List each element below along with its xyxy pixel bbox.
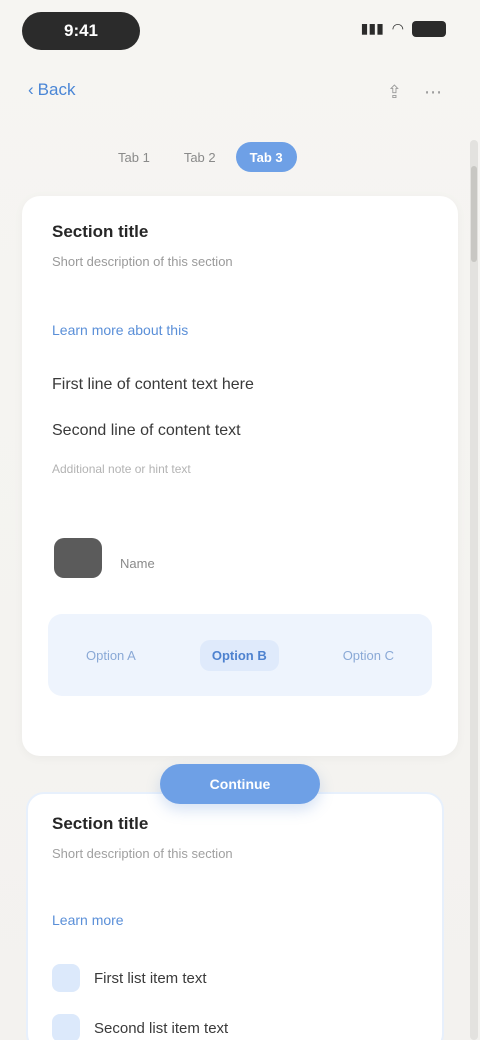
wifi-icon: ◠ xyxy=(391,20,404,36)
item-icon xyxy=(52,1014,80,1040)
secondary-card-link[interactable]: Learn more xyxy=(52,912,124,928)
card-subtitle: Short description of this section xyxy=(52,254,233,269)
status-icons: ▮▮▮ ◠ xyxy=(361,20,446,37)
choice-option-b[interactable]: Option B xyxy=(199,639,279,671)
signal-icon: ▮▮▮ xyxy=(360,20,384,36)
chevron-left-icon: ‹ xyxy=(28,80,34,99)
card-title: Section title xyxy=(52,222,149,241)
tab-2[interactable]: Tab 2 xyxy=(170,142,230,172)
avatar-label: Name xyxy=(120,556,155,571)
scrollbar-thumb[interactable] xyxy=(471,166,477,262)
list-item[interactable]: First list item text xyxy=(52,964,422,992)
secondary-card: Section title Short description of this … xyxy=(26,792,444,1040)
secondary-card-title: Section title xyxy=(52,814,149,833)
content-card: Section title Short description of this … xyxy=(22,196,458,756)
back-button[interactable]: ‹ Back xyxy=(28,80,75,100)
tab-3[interactable]: Tab 3 xyxy=(235,142,297,172)
share-icon[interactable]: ⇪ xyxy=(387,82,402,103)
secondary-card-subtitle: Short description of this section xyxy=(52,846,233,861)
list-item-label: Second list item text xyxy=(94,1019,229,1037)
list-item[interactable]: Second list item text xyxy=(52,1014,422,1040)
battery-icon xyxy=(412,20,446,37)
back-label: Back xyxy=(37,80,76,99)
nav-actions: ⇪ ⋯ xyxy=(387,82,442,103)
tab-1[interactable]: Tab 1 xyxy=(104,142,164,172)
item-icon xyxy=(52,964,80,992)
status-time: 9:41 xyxy=(22,12,140,50)
segmented-tabs: Tab 1 Tab 2 Tab 3 xyxy=(104,140,374,174)
status-bar: 9:41 ▮▮▮ ◠ xyxy=(0,0,480,62)
avatar xyxy=(54,538,102,578)
card-hint: Additional note or hint text xyxy=(52,462,191,476)
app-screen: 9:41 ▮▮▮ ◠ ‹ Back ⇪ ⋯ Tab 1 Tab 2 Tab 3 … xyxy=(0,0,480,1040)
choice-selector: Option A Option B Option C xyxy=(48,614,432,696)
card-text-line-1: First line of content text here xyxy=(52,376,254,393)
list-item-label: First list item text xyxy=(94,969,207,987)
card-link[interactable]: Learn more about this xyxy=(52,322,188,338)
top-navigation: ‹ Back ⇪ ⋯ xyxy=(0,70,480,114)
card-text-line-2: Second line of content text xyxy=(52,422,241,439)
scrollbar[interactable] xyxy=(470,140,478,1040)
choice-option-a[interactable]: Option A xyxy=(74,640,148,671)
continue-button[interactable]: Continue xyxy=(160,764,320,804)
choice-option-c[interactable]: Option C xyxy=(331,640,406,671)
more-icon[interactable]: ⋯ xyxy=(424,82,442,103)
